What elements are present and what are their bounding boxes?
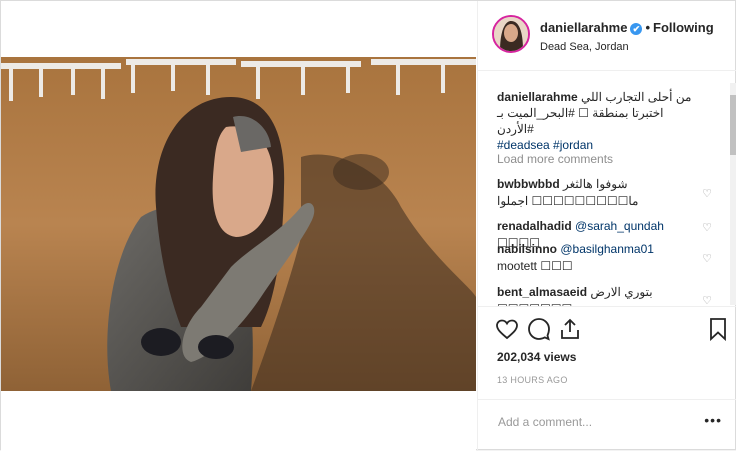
separator-dot: • bbox=[645, 20, 650, 35]
comment-item: bwbbwbbd شوفوا هالثغر ما☐☐☐☐☐☐☐☐☐ اجملوا bbox=[497, 176, 697, 210]
comment-item: bent_almasaeid بتوري الارض ☐☐☐☐☐☐☐ bbox=[497, 284, 697, 306]
more-options-icon[interactable]: ••• bbox=[704, 412, 722, 428]
comment-like-heart-icon[interactable]: ♡ bbox=[702, 221, 712, 234]
action-bar bbox=[478, 306, 736, 346]
post-video[interactable] bbox=[1, 57, 476, 391]
verified-badge-icon: ✔ bbox=[630, 22, 643, 35]
share-icon[interactable] bbox=[558, 317, 582, 341]
location-link[interactable]: Dead Sea, Jordan bbox=[540, 41, 629, 53]
comment-username[interactable]: renadalhadid bbox=[497, 219, 572, 233]
media-area bbox=[1, 1, 476, 451]
caption-username[interactable]: daniellarahme bbox=[497, 90, 578, 104]
post-header: daniellarahme ✔ • Following Dead Sea, Jorda… bbox=[478, 1, 736, 71]
avatar-image bbox=[494, 17, 528, 51]
comments-list: daniellarahme من أحلى التجارب اللي اختبر… bbox=[478, 71, 736, 306]
comment-like-heart-icon[interactable]: ♡ bbox=[702, 187, 712, 200]
following-button[interactable]: Following bbox=[653, 20, 714, 35]
comments-scrollbar[interactable] bbox=[730, 83, 736, 305]
comment-mention[interactable]: @sarah_qundah bbox=[575, 219, 664, 233]
comment-item: nabilsinno @basilghanma01 mootett ☐☐☐ bbox=[497, 241, 697, 275]
caption: daniellarahme من أحلى التجارب اللي اختبر… bbox=[497, 89, 697, 153]
scrollbar-thumb[interactable] bbox=[730, 95, 736, 155]
video-frame-image bbox=[1, 57, 476, 391]
post-modal: daniellarahme ✔ • Following Dead Sea, Jorda… bbox=[0, 0, 736, 451]
comment-like-heart-icon[interactable]: ♡ bbox=[702, 294, 712, 306]
add-comment-box: ••• bbox=[478, 399, 736, 451]
bookmark-icon[interactable] bbox=[706, 317, 730, 341]
view-count[interactable]: 202,034 views bbox=[497, 350, 576, 364]
avatar[interactable] bbox=[492, 15, 530, 53]
comment-icon[interactable] bbox=[527, 317, 551, 341]
comment-username[interactable]: bent_almasaeid bbox=[497, 285, 587, 299]
comment-like-heart-icon[interactable]: ♡ bbox=[702, 252, 712, 265]
header-user-line: daniellarahme ✔ • Following bbox=[540, 20, 714, 35]
comment-text: mootett ☐☐☐ bbox=[497, 259, 573, 273]
load-more-comments-button[interactable]: Load more comments bbox=[497, 152, 613, 166]
comment-mention[interactable]: @basilghanma01 bbox=[560, 242, 654, 256]
heart-icon[interactable] bbox=[495, 317, 519, 341]
comment-username[interactable]: bwbbwbbd bbox=[497, 177, 560, 191]
username-link[interactable]: daniellarahme bbox=[540, 20, 627, 35]
caption-hashtags[interactable]: #deadsea #jordan bbox=[497, 138, 593, 152]
post-sidebar: daniellarahme ✔ • Following Dead Sea, Jorda… bbox=[477, 1, 736, 451]
post-timestamp[interactable]: 13 HOURS AGO bbox=[497, 375, 568, 385]
add-comment-input[interactable] bbox=[496, 414, 690, 430]
comment-username[interactable]: nabilsinno bbox=[497, 242, 557, 256]
